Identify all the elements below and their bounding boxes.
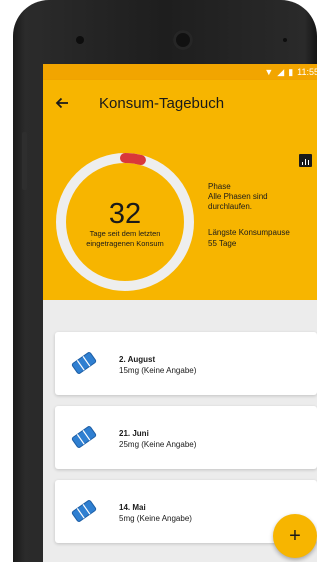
page-title: Konsum-Tagebuch [99,94,225,112]
wifi-icon: ▼ [264,67,274,77]
phone-frame: ▼ ◢ ▮ 11:55 Konsum-Tagebuch 32 Tage seit… [13,0,317,562]
entry-dose: 25mg (Keine Angabe) [119,440,197,449]
entry-date: 14. Mai [119,503,146,512]
pill-pack-icon [71,426,97,448]
entry-dose: 5mg (Keine Angabe) [119,514,192,523]
entry-date: 21. Juni [119,429,149,438]
list-item[interactable]: 21. Juni 25mg (Keine Angabe) [55,406,317,469]
days-caption: Tage seit dem letzten eingetragenen Kons… [86,229,164,248]
arrow-left-icon [55,97,68,109]
app-screen: ▼ ◢ ▮ 11:55 Konsum-Tagebuch 32 Tage seit… [43,64,317,562]
phase-value: Alle Phasen sind durchlaufen. [208,192,268,211]
signal-icon: ◢ [277,66,285,77]
front-camera [173,30,193,50]
phase-label: Phase [208,182,231,191]
battery-icon: ▮ [288,66,294,77]
longest-pause-label: Längste Konsumpause [208,228,290,237]
entry-dose: 15mg (Keine Angabe) [119,366,197,375]
status-time: 11:55 [297,67,317,77]
summary-panel: 32 Tage seit dem letzten eingetragenen K… [43,126,317,300]
sensor-dot-right [283,38,287,42]
statistics-button[interactable] [299,154,312,167]
pill-pack-icon [71,500,97,522]
side-button [22,132,27,190]
entry-date: 2. August [119,355,156,364]
back-button[interactable] [43,80,81,126]
status-bar: ▼ ◢ ▮ 11:55 [43,64,317,80]
add-entry-button[interactable]: + [273,514,317,558]
longest-pause-value: 55 Tage [208,239,237,248]
days-count: 32 [108,198,142,230]
list-item[interactable]: 2. August 15mg (Keine Angabe) [55,332,317,395]
app-bar: Konsum-Tagebuch [43,80,317,126]
sensor-dot [76,36,84,44]
pill-pack-icon [71,352,97,374]
